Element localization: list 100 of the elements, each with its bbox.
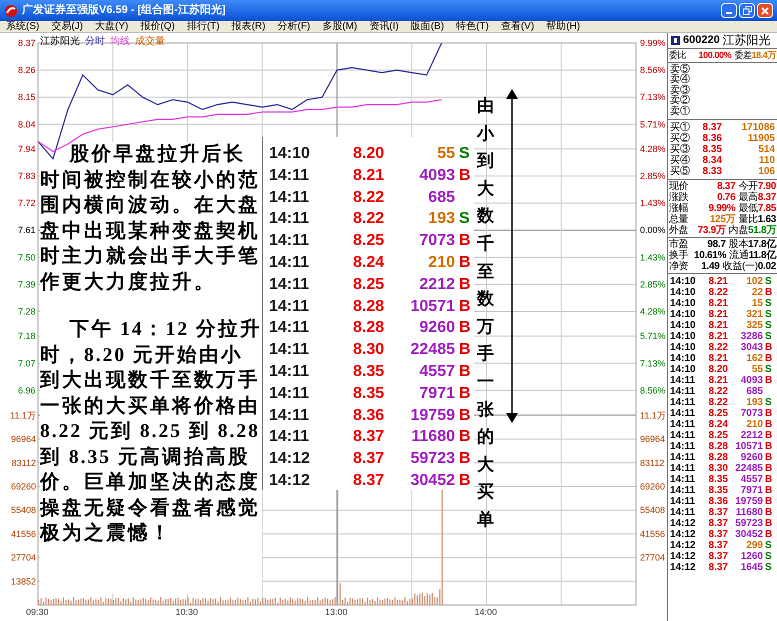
tick-side: S bbox=[765, 330, 773, 342]
tick-time: 14:11 bbox=[670, 474, 696, 485]
volume-axis-label: 41556 bbox=[640, 528, 666, 539]
tick-volume: 7971 bbox=[740, 484, 764, 496]
volume-axis-label: 41556 bbox=[10, 528, 36, 539]
trade-price: 8.22 bbox=[353, 188, 386, 208]
tick-volume: 210 bbox=[745, 418, 764, 430]
trade-side: B bbox=[459, 166, 472, 186]
quote-label: 收益(一) bbox=[722, 260, 758, 272]
trade-price: 8.37 bbox=[353, 470, 386, 491]
tick-time: 14:12 bbox=[670, 562, 697, 573]
percent-axis-label: 1.43% bbox=[640, 252, 666, 262]
quote-label: 涨幅 bbox=[669, 202, 688, 214]
menu-item[interactable]: 帮助(H) bbox=[546, 20, 580, 32]
tick-side: B bbox=[765, 418, 774, 430]
volume-axis-label: 96964 bbox=[10, 434, 36, 444]
menu-item[interactable]: 报表(R) bbox=[232, 20, 266, 32]
price-axis-label: 6.96 bbox=[18, 385, 36, 396]
tick-time: 14:12 bbox=[670, 528, 697, 540]
menu-item[interactable]: 资讯(I) bbox=[369, 20, 399, 32]
menu-item[interactable]: 排行(T) bbox=[186, 20, 220, 32]
menu-item[interactable]: 交易(J) bbox=[51, 20, 84, 32]
menu-item[interactable]: 系统(S) bbox=[6, 20, 40, 32]
restore-button[interactable] bbox=[739, 3, 755, 18]
tick-side: S bbox=[765, 298, 773, 309]
tick-price: 8.37 bbox=[708, 540, 728, 551]
tick-side: B bbox=[765, 484, 774, 496]
quote-value: 17.8亿 bbox=[748, 238, 776, 250]
quote-value: 7.90 bbox=[758, 180, 776, 192]
tick-volume: 15 bbox=[750, 298, 764, 309]
quote-label: 股本 bbox=[728, 238, 748, 250]
price-axis-label: 7.61 bbox=[18, 225, 36, 236]
percent-axis-label: 8.56% bbox=[640, 385, 666, 396]
tick-volume: 30452 bbox=[734, 528, 764, 540]
tick-side: S bbox=[765, 396, 773, 408]
trade-price: 8.25 bbox=[353, 231, 386, 252]
trade-price: 8.37 bbox=[353, 427, 386, 448]
trade-price: 8.20 bbox=[353, 144, 386, 164]
tick-volume: 22485 bbox=[734, 462, 764, 474]
tick-price: 8.21 bbox=[708, 308, 728, 320]
minimize-button[interactable] bbox=[721, 3, 737, 18]
volume-axis-label: 83112 bbox=[640, 458, 664, 468]
trade-time: 14:11 bbox=[269, 340, 310, 360]
menu-item[interactable]: 大盘(Y) bbox=[95, 20, 128, 32]
stock-name-label: 江苏阳光 bbox=[40, 34, 80, 49]
legend-label: 均线 bbox=[110, 34, 130, 49]
quote-value: 11.8亿 bbox=[748, 250, 776, 261]
trade-side: B bbox=[459, 252, 472, 273]
percent-axis-label: 5.71% bbox=[640, 331, 666, 342]
tick-volume: 4557 bbox=[740, 474, 764, 485]
trade-volume: 19759 bbox=[410, 406, 455, 426]
ask-label: 卖② bbox=[669, 96, 691, 106]
quote-value: 8.37 bbox=[758, 192, 776, 203]
trade-time: 14:11 bbox=[269, 362, 310, 382]
tick-price: 8.35 bbox=[708, 484, 728, 496]
percent-axis-label: 1.43% bbox=[640, 198, 666, 208]
percent-axis-label: 8.56% bbox=[640, 65, 666, 76]
tick-price: 8.21 bbox=[708, 330, 728, 342]
tick-time: 14:11 bbox=[670, 440, 696, 452]
tick-time: 14:11 bbox=[670, 430, 696, 441]
price-axis-label: 7.50 bbox=[18, 252, 36, 262]
menu-item[interactable]: 版面(B) bbox=[410, 20, 444, 32]
tick-time: 14:10 bbox=[670, 298, 697, 309]
quote-label: 委差 bbox=[734, 50, 752, 61]
trade-time: 14:12 bbox=[269, 470, 311, 491]
tick-side: S bbox=[765, 550, 773, 562]
bid-label: 买① bbox=[670, 122, 691, 133]
bid-volume: 106 bbox=[757, 166, 775, 177]
close-button[interactable] bbox=[757, 3, 773, 18]
tick-time: 14:12 bbox=[670, 518, 697, 529]
menu-item[interactable]: 多股(M) bbox=[322, 20, 358, 32]
menu-item[interactable]: 报价(Q) bbox=[140, 20, 175, 32]
tick-price: 8.37 bbox=[708, 518, 728, 529]
ask-label: 卖① bbox=[669, 106, 691, 117]
quote-value: 0.02 bbox=[758, 260, 776, 272]
tick-volume: 7073 bbox=[740, 408, 764, 419]
quote-label: 现价 bbox=[669, 180, 688, 192]
bid-volume: 110 bbox=[758, 154, 775, 166]
legend-label: 成交量 bbox=[135, 34, 165, 49]
tick-time: 14:12 bbox=[670, 550, 697, 562]
tick-price: 8.36 bbox=[708, 496, 728, 507]
percent-axis-label: 0.00% bbox=[640, 225, 666, 236]
trade-side: S bbox=[459, 209, 471, 230]
volume-axis-label: 55408 bbox=[640, 505, 666, 516]
tick-price: 8.22 bbox=[708, 286, 728, 298]
price-axis-label: 7.39 bbox=[18, 279, 36, 290]
price-axis-label: 8.37 bbox=[18, 38, 36, 48]
trade-volume: 59723 bbox=[410, 449, 455, 470]
volume-axis-label: 55408 bbox=[10, 505, 36, 516]
tick-time: 14:11 bbox=[670, 484, 696, 496]
time-axis-label: 14:00 bbox=[474, 607, 498, 617]
tick-side: S bbox=[765, 540, 773, 551]
menu-item[interactable]: 查看(V) bbox=[500, 20, 534, 32]
tick-volume: 22 bbox=[750, 286, 764, 298]
menu-item[interactable]: 特色(T) bbox=[456, 20, 489, 32]
price-axis-label: 8.15 bbox=[18, 92, 36, 102]
menu-item[interactable]: 分析(F) bbox=[277, 20, 310, 32]
tick-volume: 3043 bbox=[740, 342, 764, 353]
app-logo-icon bbox=[4, 4, 18, 18]
trade-volume: 2212 bbox=[418, 274, 455, 295]
